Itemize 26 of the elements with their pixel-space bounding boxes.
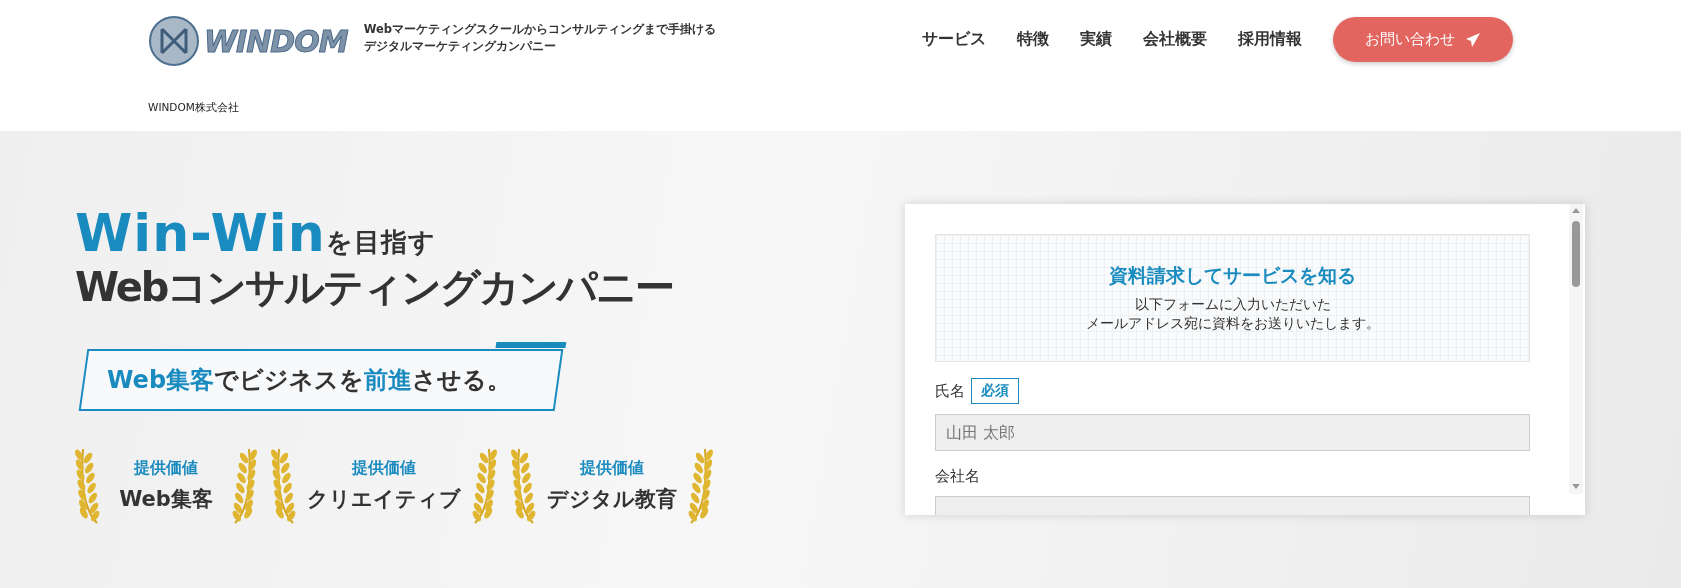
value-label: 提供価値 <box>352 457 416 479</box>
logo-emblem-icon <box>148 15 200 67</box>
tagline-text: デジタルマーケティングカンパニー <box>363 38 557 55</box>
value-title: デジタル教育 <box>547 485 677 513</box>
nav-link[interactable]: 特徴 <box>1017 29 1049 50</box>
value-title: Web集客 <box>119 485 213 513</box>
nav-link[interactable]: 採用情報 <box>1238 29 1302 50</box>
form-title: 資料請求してサービスを知る <box>1109 263 1356 288</box>
nav-link[interactable]: サービス <box>922 29 986 50</box>
nav-link[interactable]: 実績 <box>1080 29 1112 50</box>
paper-plane-icon <box>1465 31 1481 48</box>
headline-text: Win-Win を目指す <box>75 207 437 259</box>
slogan-text: Web集客でビジネスを前進させる。 <box>107 365 512 396</box>
field-label: 氏名 <box>935 381 965 401</box>
field-label: 会社名 <box>935 467 980 486</box>
text-input-field[interactable]: 山田 太郎 <box>935 414 1530 451</box>
company-name: WINDOM株式会社 <box>148 101 240 115</box>
nav-link[interactable]: 会社概要 <box>1143 29 1207 50</box>
value-label: 提供価値 <box>134 457 198 479</box>
value-title: クリエイティブ <box>307 485 461 513</box>
tagline-text: Webマーケティングスクールからコンサルティングまで手掛ける <box>363 21 716 38</box>
logo-text: WINDOM <box>204 23 348 59</box>
required-badge: 必須 <box>971 378 1019 404</box>
headline-text: Webコンサルティングカンパニー <box>75 267 675 307</box>
form-description: 以下フォームに入力いただいた メールアドレス宛に資料をお送りいたします。 <box>1085 295 1380 333</box>
value-label: 提供価値 <box>580 457 644 479</box>
